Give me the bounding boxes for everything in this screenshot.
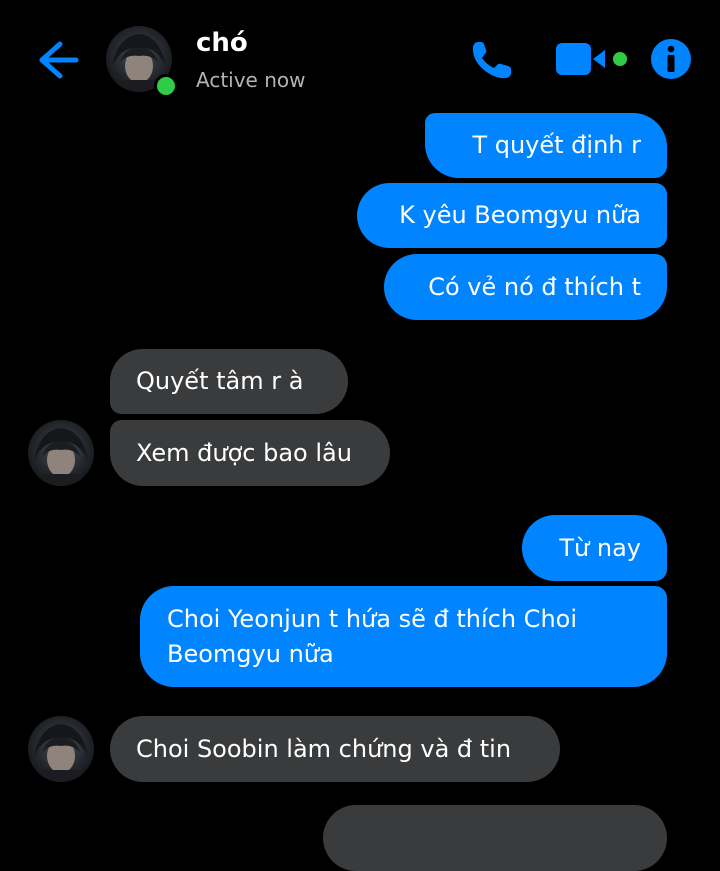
- phone-icon: [472, 42, 511, 79]
- contact-avatar[interactable]: [106, 26, 178, 98]
- contact-name[interactable]: chó: [196, 28, 248, 58]
- voice-call-button[interactable]: [468, 38, 514, 82]
- video-camera-icon: [556, 43, 627, 75]
- avatar-photo: [28, 716, 94, 782]
- online-status-dot: [154, 74, 178, 98]
- chat-header: chó Active now: [0, 0, 720, 118]
- message-text: Choi Soobin làm chứng và đ tin: [136, 734, 512, 763]
- message-text: Có vẻ nó đ thích t: [428, 272, 641, 301]
- message-bubble-outgoing[interactable]: Có vẻ nó đ thích t: [384, 254, 667, 320]
- message-bubble-incoming[interactable]: Xem được bao lâu: [110, 420, 390, 486]
- message-text: Xem được bao lâu: [136, 438, 352, 467]
- message-text: Từ nay: [559, 533, 641, 562]
- message-bubble-incoming[interactable]: Choi Soobin làm chứng và đ tin: [110, 716, 560, 782]
- message-text: Quyết tâm r à: [136, 367, 304, 395]
- message-text: Choi Yeonjun t hứa sẽ đ thích Choi Beomg…: [167, 604, 578, 668]
- message-bubble-outgoing-partial[interactable]: [323, 805, 667, 871]
- message-bubble-outgoing[interactable]: Choi Yeonjun t hứa sẽ đ thích Choi Beomg…: [140, 586, 667, 687]
- info-button[interactable]: [650, 38, 692, 80]
- message-text: K yêu Beomgyu nữa: [399, 201, 641, 229]
- back-arrow-icon: [39, 41, 79, 79]
- message-bubble-outgoing[interactable]: T quyết định r: [425, 113, 667, 178]
- info-icon: [651, 39, 691, 79]
- video-call-button[interactable]: [555, 40, 631, 78]
- avatar-photo: [28, 420, 94, 486]
- message-text: T quyết định r: [472, 131, 641, 159]
- message-bubble-outgoing[interactable]: K yêu Beomgyu nữa: [357, 183, 667, 248]
- back-button[interactable]: [34, 38, 82, 82]
- sender-avatar[interactable]: [28, 420, 94, 486]
- sender-avatar[interactable]: [28, 716, 94, 782]
- message-bubble-incoming[interactable]: Quyết tâm r à: [110, 349, 348, 414]
- message-bubble-outgoing[interactable]: Từ nay: [522, 515, 667, 581]
- contact-status: Active now: [196, 68, 306, 92]
